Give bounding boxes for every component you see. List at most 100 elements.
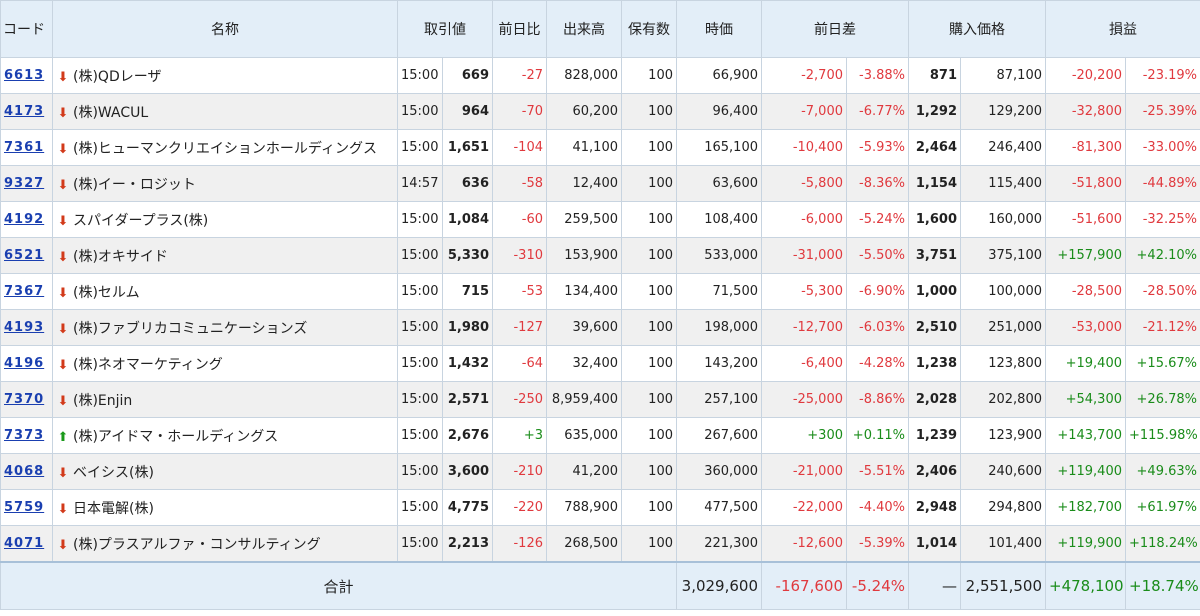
stock-name-cell: ⬇ (株)ファブリカコミュニケーションズ <box>52 309 398 346</box>
stock-code-link[interactable]: 4173 <box>4 104 44 119</box>
holdings: 100 <box>621 417 677 454</box>
trade-time: 15:00 <box>397 129 443 166</box>
purchase-total: 115,400 <box>960 165 1046 202</box>
stock-name-cell: ⬇ (株)イー・ロジット <box>52 165 398 202</box>
arrow-down-icon: ⬇ <box>57 213 69 229</box>
table-row: 4173 ⬇ (株)WACUL 15:00 964 -70 60,200 100 96,400-… <box>0 93 1200 130</box>
pnl-pct: -25.39% <box>1125 93 1200 130</box>
day-diff-pct: -5.51% <box>846 453 909 490</box>
day-diff: -6,000 <box>761 201 847 238</box>
price-change: -53 <box>492 273 547 310</box>
pnl-amount: +19,400 <box>1045 345 1126 382</box>
day-diff: -2,700 <box>761 57 847 94</box>
arrow-up-icon: ⬆ <box>57 429 69 445</box>
holdings: 100 <box>621 129 677 166</box>
stock-code-link[interactable]: 7367 <box>4 284 44 299</box>
table-row: 9327 ⬇ (株)イー・ロジット 14:57 636 -58 12,400 100 63,60… <box>0 165 1200 202</box>
pnl-amount: -53,000 <box>1045 309 1126 346</box>
stock-code-link[interactable]: 9327 <box>4 176 44 191</box>
trade-price: 5,330 <box>442 237 493 274</box>
day-diff: -22,000 <box>761 489 847 526</box>
purchase-total: 129,200 <box>960 93 1046 130</box>
volume: 41,100 <box>546 129 622 166</box>
stock-code-link[interactable]: 4071 <box>4 536 44 551</box>
trade-price: 669 <box>442 57 493 94</box>
arrow-down-icon: ⬇ <box>57 177 69 193</box>
holdings: 100 <box>621 201 677 238</box>
volume: 32,400 <box>546 345 622 382</box>
day-diff-pct: -6.77% <box>846 93 909 130</box>
volume: 268,500 <box>546 525 622 563</box>
total-label: 合計 <box>0 561 677 610</box>
stock-code-link[interactable]: 5759 <box>4 500 44 515</box>
volume: 12,400 <box>546 165 622 202</box>
header-name: 名称 <box>52 0 398 58</box>
stock-code-link[interactable]: 4196 <box>4 356 44 371</box>
pnl-amount: -28,500 <box>1045 273 1126 310</box>
stock-name: (株)Enjin <box>73 392 133 409</box>
purchase-total: 123,900 <box>960 417 1046 454</box>
pnl-pct: -32.25% <box>1125 201 1200 238</box>
market-value: 360,000 <box>676 453 762 490</box>
holdings: 100 <box>621 489 677 526</box>
price-change: -64 <box>492 345 547 382</box>
price-change: -60 <box>492 201 547 238</box>
volume: 41,200 <box>546 453 622 490</box>
holdings: 100 <box>621 525 677 563</box>
arrow-down-icon: ⬇ <box>57 501 69 517</box>
day-diff-pct: -5.50% <box>846 237 909 274</box>
volume: 788,900 <box>546 489 622 526</box>
stock-code-link[interactable]: 6521 <box>4 248 44 263</box>
trade-time: 15:00 <box>397 237 443 274</box>
stock-code-link[interactable]: 6613 <box>4 68 44 83</box>
stock-code-cell: 7367 <box>0 273 53 310</box>
stock-name: (株)オキサイド <box>73 248 168 265</box>
purchase-unit-price: 3,751 <box>908 237 961 274</box>
stock-code-link[interactable]: 7361 <box>4 140 44 155</box>
table-header: コード 名称 取引値 前日比 出来高 保有数 時価 前日差 購入価格 損益 <box>0 0 1200 58</box>
day-diff: -7,000 <box>761 93 847 130</box>
trade-time: 15:00 <box>397 273 443 310</box>
holdings: 100 <box>621 57 677 94</box>
stock-code-link[interactable]: 4192 <box>4 212 44 227</box>
header-day-diff: 前日差 <box>761 0 909 58</box>
purchase-total: 294,800 <box>960 489 1046 526</box>
stock-code-cell: 5759 <box>0 489 53 526</box>
purchase-total: 87,100 <box>960 57 1046 94</box>
market-value: 71,500 <box>676 273 762 310</box>
pnl-amount: +143,700 <box>1045 417 1126 454</box>
price-change: -70 <box>492 93 547 130</box>
day-diff: -5,800 <box>761 165 847 202</box>
holdings: 100 <box>621 165 677 202</box>
trade-price: 4,775 <box>442 489 493 526</box>
pnl-pct: -44.89% <box>1125 165 1200 202</box>
pnl-amount: +182,700 <box>1045 489 1126 526</box>
stock-code-link[interactable]: 7373 <box>4 428 44 443</box>
pnl-pct: -28.50% <box>1125 273 1200 310</box>
total-value: 3,029,600 <box>676 561 762 610</box>
volume: 60,200 <box>546 93 622 130</box>
trade-price: 715 <box>442 273 493 310</box>
stock-code-link[interactable]: 4068 <box>4 464 44 479</box>
arrow-down-icon: ⬇ <box>57 69 69 85</box>
stock-code-cell: 7370 <box>0 381 53 418</box>
stock-code-link[interactable]: 4193 <box>4 320 44 335</box>
purchase-unit-price: 2,510 <box>908 309 961 346</box>
stock-code-cell: 6613 <box>0 57 53 94</box>
stock-code-link[interactable]: 7370 <box>4 392 44 407</box>
day-diff-pct: -8.36% <box>846 165 909 202</box>
stock-name-cell: ⬆ (株)アイドマ・ホールディングス <box>52 417 398 454</box>
day-diff: -12,600 <box>761 525 847 563</box>
pnl-pct: -21.12% <box>1125 309 1200 346</box>
market-value: 267,600 <box>676 417 762 454</box>
volume: 635,000 <box>546 417 622 454</box>
header-purchase-price: 購入価格 <box>908 0 1046 58</box>
trade-time: 15:00 <box>397 417 443 454</box>
table-row: 7373 ⬆ (株)アイドマ・ホールディングス 15:00 2,676 +3 635,000… <box>0 417 1200 454</box>
trade-price: 636 <box>442 165 493 202</box>
trade-price: 1,084 <box>442 201 493 238</box>
day-diff-pct: -5.39% <box>846 525 909 563</box>
volume: 259,500 <box>546 201 622 238</box>
day-diff-pct: -6.90% <box>846 273 909 310</box>
table-row: 4193 ⬇ (株)ファブリカコミュニケーションズ 15:00 1,980 -127 39,… <box>0 309 1200 346</box>
